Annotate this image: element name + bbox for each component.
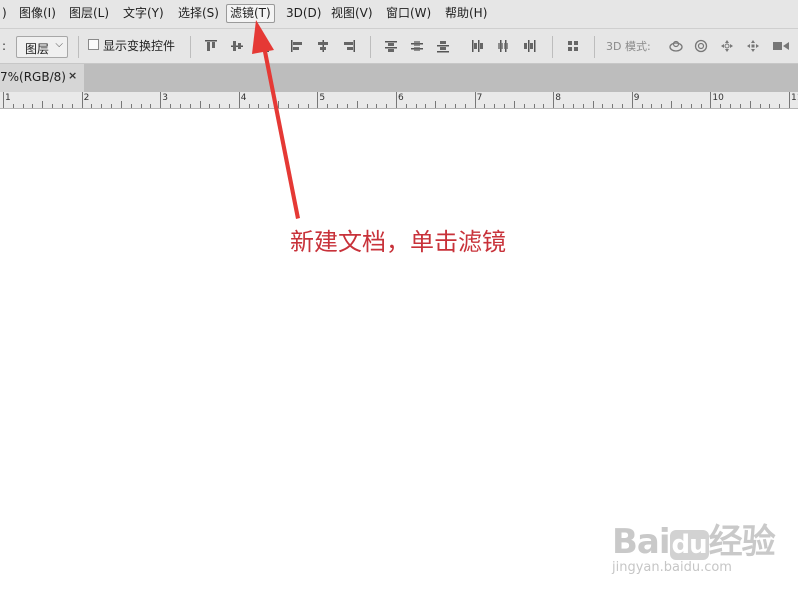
annotation-text: 新建文档，单击滤镜 [290, 228, 506, 256]
baidu-jingyan-watermark: Baidu经验 jingyan.baidu.com [612, 514, 776, 575]
baidu-logo: Baidu经验 [612, 522, 776, 562]
watermark-url: jingyan.baidu.com [612, 560, 732, 575]
annotation-arrow [252, 20, 300, 219]
